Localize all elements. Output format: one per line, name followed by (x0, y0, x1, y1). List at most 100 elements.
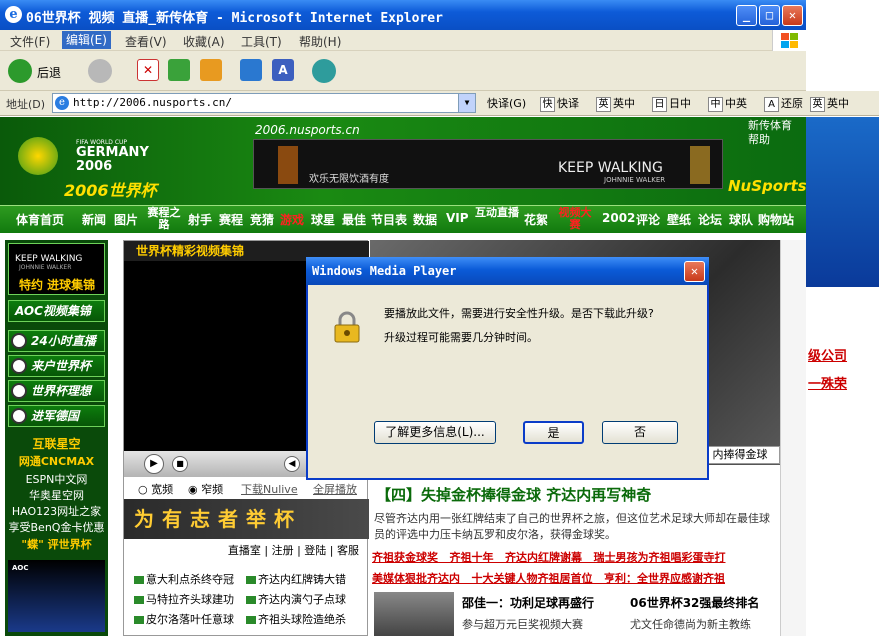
nav-item-games[interactable]: 游戏 (280, 211, 304, 228)
menu-favorites[interactable]: 收藏(A) (183, 33, 225, 50)
link-vnet[interactable]: 互联星空 (5, 435, 108, 452)
related-link[interactable]: 齐祖获金球奖 (372, 551, 438, 564)
aoc-video-button[interactable]: AOC视频集锦 (8, 300, 105, 322)
qt-en-cn-2[interactable]: 英英中 (810, 95, 849, 112)
nav-item-vip[interactable]: VIP (446, 211, 469, 225)
bg-line-2[interactable]: 一殊荣 (808, 373, 847, 392)
learn-more-button[interactable]: 了解更多信息(L)... (374, 421, 496, 444)
link-huao[interactable]: 华奥星空网 (5, 487, 108, 503)
sub1-title[interactable]: 邵佳一：功利足球再盛行 (462, 594, 594, 611)
nav-item-2002[interactable]: 2002 (602, 211, 635, 225)
sub1-text[interactable]: 参与超万元巨奖视频大赛 (462, 616, 583, 632)
minimize-button[interactable]: _ (736, 5, 757, 26)
qt-en-cn[interactable]: 英英中 (596, 95, 635, 112)
nav-item-home[interactable]: 体育首页 (16, 211, 64, 228)
news-link[interactable]: 齐达内红牌铸大错 (246, 571, 346, 587)
option-narrowband[interactable]: ◉ 窄频 (188, 481, 223, 497)
refresh-icon[interactable] (168, 59, 190, 81)
nav-item-wallpaper[interactable]: 壁纸 (667, 211, 691, 228)
menu-tools[interactable]: 工具(T) (241, 33, 282, 50)
menu-view[interactable]: 查看(V) (125, 33, 167, 50)
nav-item-comments[interactable]: 评论 (636, 211, 660, 228)
nav-item-program[interactable]: 节目表 (371, 211, 407, 228)
nav-item-data[interactable]: 数据 (413, 211, 437, 228)
photo-caption[interactable]: 内捧得金球 (700, 446, 780, 464)
nav-item-road[interactable]: 赛程之路 (144, 207, 184, 231)
maximize-button[interactable]: □ (759, 5, 780, 26)
fullscreen-link[interactable]: 全屏播放 (313, 481, 357, 497)
address-dropdown-icon[interactable]: ▼ (458, 94, 475, 112)
nav-item-forum[interactable]: 论坛 (698, 211, 722, 228)
volume-icon[interactable]: ◀ (284, 456, 300, 472)
qt-cn-en[interactable]: 中中英 (708, 95, 747, 112)
option-broadband[interactable]: ○ 宽频 (138, 481, 173, 497)
no-button[interactable]: 否 (602, 421, 678, 444)
nav-item-news[interactable]: 新闻 (82, 211, 106, 228)
sub2-text[interactable]: 尤文任命德尚为新主教练 (630, 616, 751, 632)
link-service[interactable]: 客服 (337, 544, 359, 557)
ideal-button[interactable]: 世界杯理想 (8, 380, 105, 402)
slogan-banner[interactable]: 为有志者举杯 (124, 499, 369, 539)
menu-edit[interactable]: 编辑(E) (62, 31, 111, 49)
related-link[interactable]: 亨利：全世界应感谢齐祖 (604, 572, 725, 585)
nav-item-stars[interactable]: 球星 (311, 211, 335, 228)
back-arrow-icon[interactable] (8, 59, 32, 83)
link-benq[interactable]: 享受BenQ金卡优惠 (5, 519, 108, 535)
news-link[interactable]: 齐达内演勺子点球 (246, 591, 346, 607)
nav-item-video-contest[interactable]: 视频大赛 (554, 207, 596, 231)
nav-item-teams[interactable]: 球队 (729, 211, 753, 228)
news-headline[interactable]: 【四】失掉金杯捧得金球 齐达内再写神奇 (376, 484, 780, 505)
stop-icon[interactable]: ■ (172, 456, 188, 472)
history-icon[interactable] (312, 59, 336, 83)
nav-item-schedule[interactable]: 赛程 (219, 211, 243, 228)
media-icon[interactable] (240, 59, 262, 81)
qt-restore[interactable]: A 还原 (764, 95, 803, 112)
bg-line-1[interactable]: 级公司 (808, 345, 847, 364)
address-input[interactable]: e http://2006.nusports.cn/ ▼ (52, 93, 476, 113)
link-espn[interactable]: ESPN中文网 (5, 471, 108, 487)
nav-item-live[interactable]: 互动直播 (474, 207, 520, 219)
laihu-button[interactable]: 来户世界杯 (8, 355, 105, 377)
news-link[interactable]: 皮尔洛落叶任意球 (134, 611, 234, 627)
back-label[interactable]: 后退 (37, 64, 61, 81)
link-register[interactable]: 注册 (272, 544, 294, 557)
sub2-title[interactable]: 06世界杯32强最终排名 (630, 594, 759, 611)
news-link[interactable]: 齐祖头球险造绝杀 (246, 611, 346, 627)
sub-photo[interactable] (374, 592, 454, 636)
nav-item-tidbits[interactable]: 花絮 (524, 211, 548, 228)
nav-item-best[interactable]: 最佳 (342, 211, 366, 228)
download-nulive-link[interactable]: 下载Nulive (241, 481, 298, 497)
qt-jp-cn[interactable]: 日日中 (652, 95, 691, 112)
link-die[interactable]: "蝶" 评世界杯 (5, 536, 108, 552)
stop-icon[interactable]: ✕ (137, 59, 159, 81)
related-link[interactable]: 十大关键人物齐祖居首位 (472, 572, 593, 585)
top-link-help[interactable]: 帮助 (748, 131, 770, 147)
related-link[interactable]: 齐祖十年 (450, 551, 494, 564)
window-titlebar[interactable]: e 06世界杯 视频 直播_新传体育 - Microsoft Internet … (0, 0, 806, 30)
ad-banner[interactable]: 欢乐无限饮酒有度 KEEP WALKING JOHNNIE WALKER (253, 139, 723, 189)
related-link[interactable]: 瑞士男孩为齐祖唱彩蛋寺打 (594, 551, 726, 564)
link-hao123[interactable]: HAO123网址之家 (5, 503, 108, 519)
related-link[interactable]: 齐达内红牌谢幕 (505, 551, 582, 564)
dialog-titlebar[interactable]: Windows Media Player ✕ (306, 257, 709, 285)
kw-box[interactable]: KEEP WALKING JOHNNIE WALKER 特约 进球集锦 (8, 243, 105, 295)
close-button[interactable]: ✕ (782, 5, 803, 26)
nav-item-quiz[interactable]: 竞猜 (250, 211, 274, 228)
related-link[interactable]: 美媒体狠批齐达内 (372, 572, 460, 585)
menu-help[interactable]: 帮助(H) (299, 33, 341, 50)
news-link[interactable]: 马特拉齐头球建功 (134, 591, 234, 607)
link-studio[interactable]: 直播室 (228, 544, 261, 557)
nav-item-photos[interactable]: 图片 (114, 211, 138, 228)
play-icon[interactable]: ▶ (144, 454, 164, 474)
yes-button[interactable]: 是 (523, 421, 584, 444)
dialog-close-button[interactable]: ✕ (684, 261, 705, 282)
aoc-ad[interactable]: AOC (8, 560, 105, 632)
qt-fast[interactable]: 快快译 (540, 95, 579, 112)
link-cncmax[interactable]: 网通CNCMAX (5, 453, 108, 469)
news-link[interactable]: 意大利点杀终夺冠 (134, 571, 234, 587)
germany-button[interactable]: 进军德国 (8, 405, 105, 427)
font-size-icon[interactable]: A (272, 59, 294, 81)
nav-item-shop[interactable]: 购物站 (758, 211, 794, 228)
menu-file[interactable]: 文件(F) (10, 33, 50, 50)
link-login[interactable]: 登陆 (304, 544, 326, 557)
